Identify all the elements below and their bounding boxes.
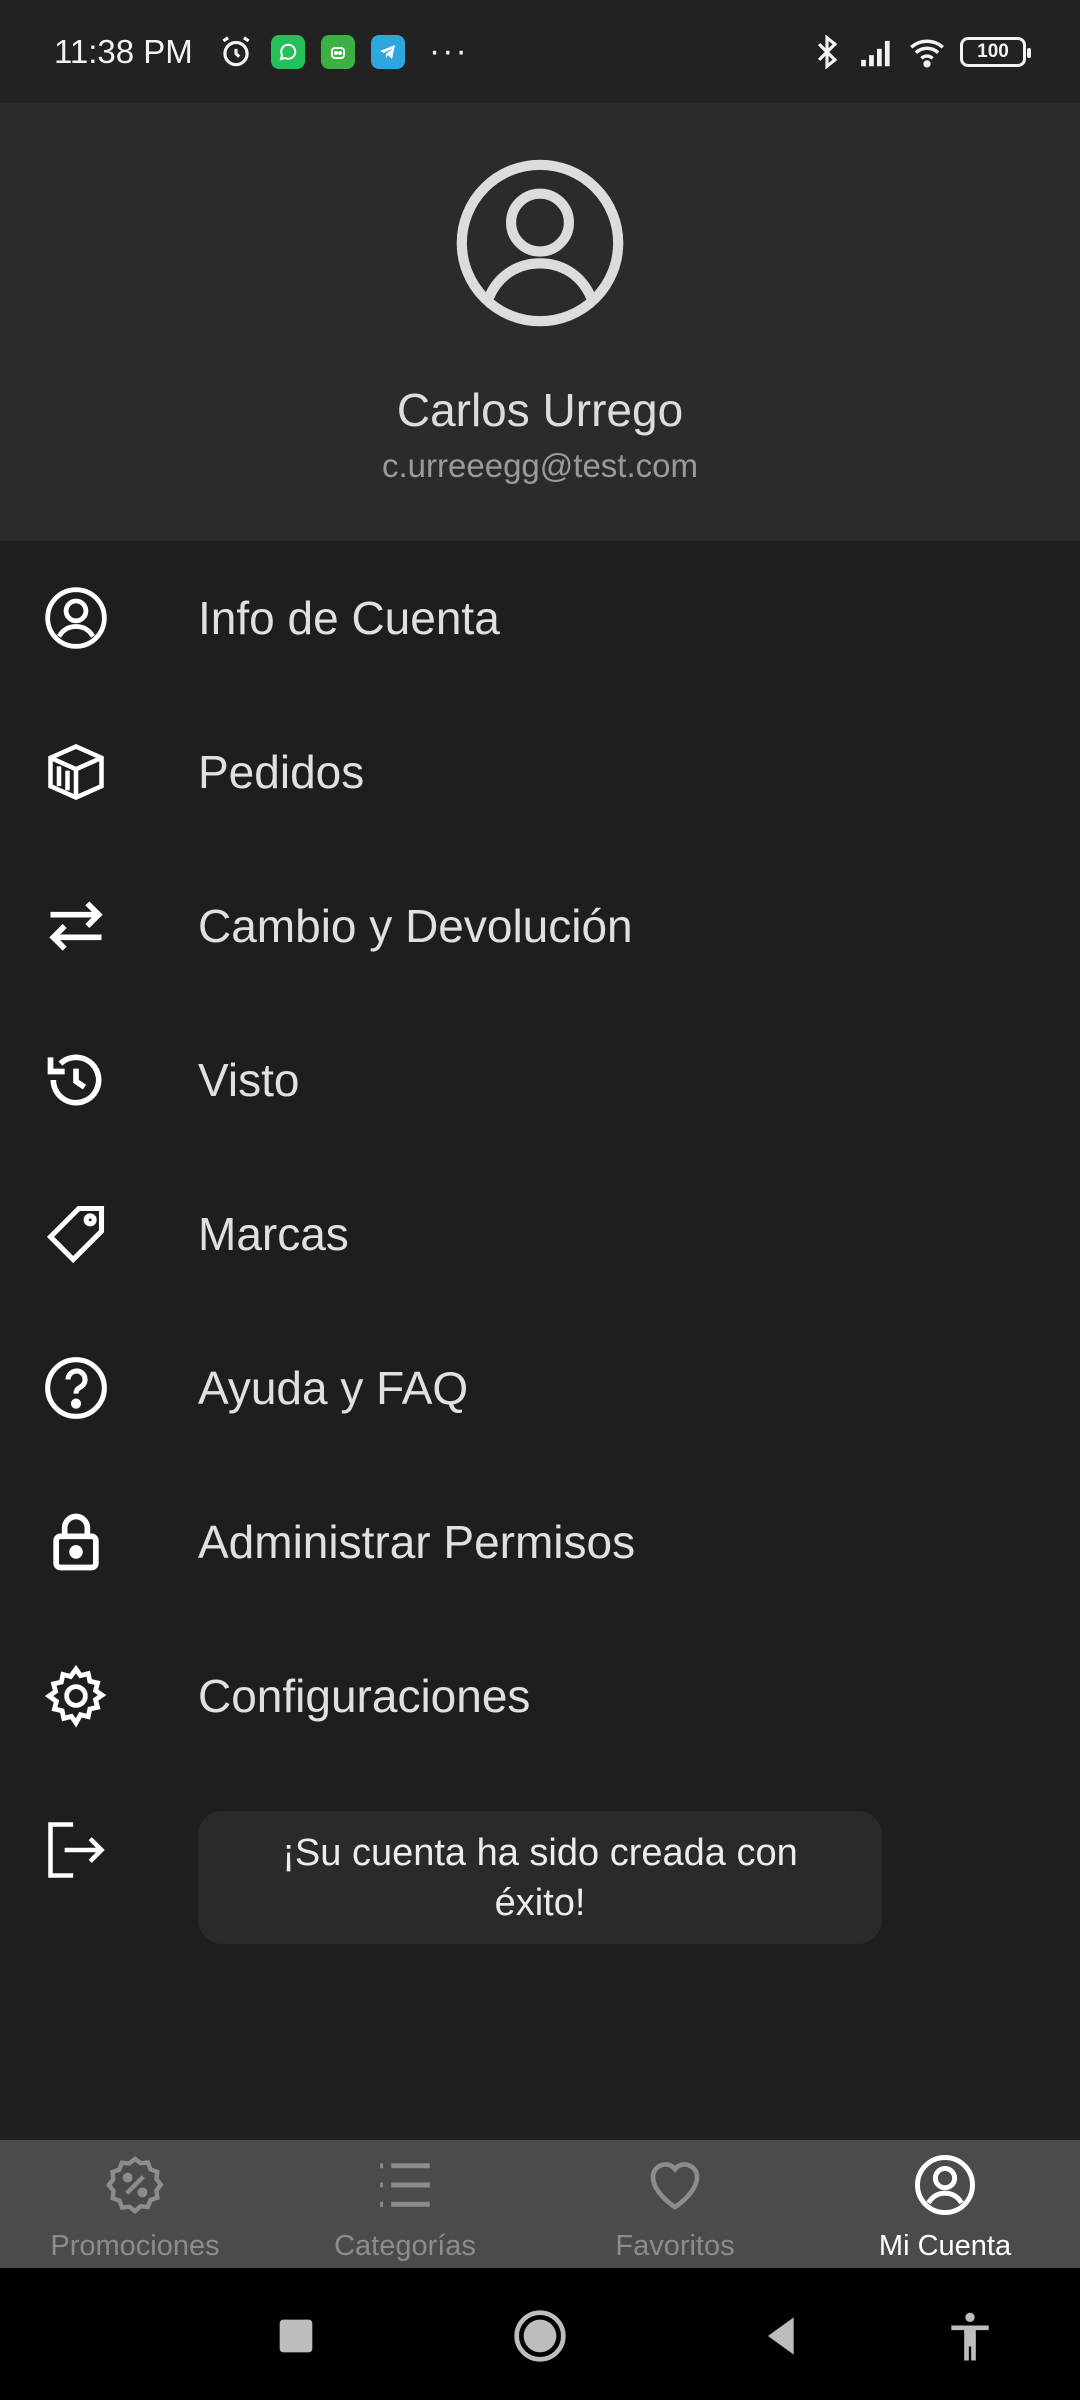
status-bar-right: 100 [796, 33, 1031, 71]
logout-icon [42, 1816, 110, 1884]
list-icon [380, 2163, 430, 2207]
menu-item-label: Ayuda y FAQ [198, 1362, 469, 1414]
wifi-icon [910, 39, 944, 68]
menu-item-visto[interactable]: Visto [0, 1003, 1080, 1157]
bottom-navigation: Promociones Categorías Favoritos Mi Cuen… [0, 2140, 1080, 2268]
tab-label: Promociones [50, 2230, 220, 2262]
menu-item-label: Marcas [198, 1208, 349, 1260]
menu-item-administrar-permisos[interactable]: Administrar Permisos [0, 1465, 1080, 1619]
profile-header: Carlos Urrego c.urreeegg@test.com [0, 103, 1080, 541]
menu-item-label: Pedidos [198, 746, 365, 798]
menu-item-label: Administrar Permisos [198, 1516, 636, 1568]
menu-item-label: Cambio y Devolución [198, 900, 633, 952]
tab-label: Favoritos [615, 2230, 735, 2262]
back-button[interactable] [754, 2308, 810, 2364]
heart-icon [650, 2162, 700, 2210]
accessibility-button[interactable] [942, 2308, 998, 2364]
menu-item-label: Visto [198, 1054, 300, 1106]
whatsapp-icon [270, 34, 305, 69]
account-menu: Info de Cuenta Pedidos Cambio y Devoluci… [0, 541, 1080, 1927]
battery-icon: 100 [960, 36, 1031, 67]
menu-item-ayuda-faq[interactable]: Ayuda y FAQ [0, 1311, 1080, 1465]
alarm-icon [222, 35, 250, 66]
percent-badge-icon [106, 2156, 164, 2214]
history-icon [42, 1046, 110, 1114]
status-bar: 11:38 PM ··· 100 [0, 0, 1080, 103]
tab-categorias[interactable]: Categorías [270, 2140, 540, 2268]
menu-item-configuraciones[interactable]: Configuraciones [0, 1619, 1080, 1773]
tab-label: Categorías [334, 2230, 476, 2262]
swap-arrows-icon [42, 892, 110, 960]
account-circle-icon [915, 2155, 975, 2215]
menu-item-info-de-cuenta[interactable]: Info de Cuenta [0, 541, 1080, 695]
orders-box-icon [42, 738, 110, 806]
system-navigation-bar [0, 2268, 1080, 2400]
gear-icon [42, 1662, 110, 1730]
avatar-icon [456, 159, 624, 327]
home-button[interactable] [512, 2308, 568, 2364]
lock-icon [42, 1508, 110, 1576]
help-circle-icon [42, 1354, 110, 1422]
menu-item-cambio-devolucion[interactable]: Cambio y Devolución [0, 849, 1080, 1003]
tab-mi-cuenta[interactable]: Mi Cuenta [810, 2140, 1080, 2268]
tab-label: Mi Cuenta [878, 2230, 1012, 2262]
more-dots-icon: ··· [428, 32, 469, 70]
bluetooth-icon [817, 33, 838, 70]
status-bar-left: 11:38 PM ··· [54, 32, 469, 71]
tab-promociones[interactable]: Promociones [0, 2140, 270, 2268]
profile-email: c.urreeegg@test.com [382, 447, 698, 484]
recents-button[interactable] [268, 2308, 324, 2364]
signal-icon [861, 40, 890, 66]
menu-item-pedidos[interactable]: Pedidos [0, 695, 1080, 849]
profile-name: Carlos Urrego [396, 384, 684, 436]
tag-icon [42, 1200, 110, 1268]
status-time: 11:38 PM [54, 32, 193, 70]
android-app-icon [320, 34, 355, 69]
tab-favoritos[interactable]: Favoritos [540, 2140, 810, 2268]
telegram-icon [370, 34, 405, 69]
menu-item-label: Info de Cuenta [198, 592, 500, 644]
account-circle-icon [42, 584, 110, 652]
menu-item-marcas[interactable]: Marcas [0, 1157, 1080, 1311]
toast-message: ¡Su cuenta ha sido creada con éxito! [198, 1811, 882, 1944]
menu-item-label: Configuraciones [198, 1670, 531, 1722]
